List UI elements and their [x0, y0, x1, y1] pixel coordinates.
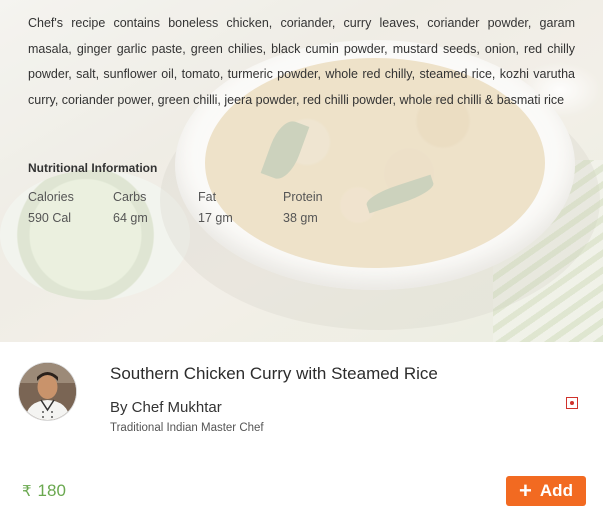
- chef-avatar: [19, 363, 76, 420]
- chef-name: By Chef Mukhtar: [110, 399, 222, 416]
- add-button-label: Add: [539, 481, 573, 500]
- dish-title: Southern Chicken Curry with Steamed Rice: [110, 364, 438, 383]
- nutrient-label: Calories: [28, 190, 74, 204]
- nutrient-value: 17 gm: [198, 211, 233, 225]
- currency-symbol: ₹: [22, 483, 32, 500]
- nutrient-protein: Protein 38 gm: [283, 189, 368, 226]
- nutrient-label: Fat: [198, 190, 217, 204]
- non-veg-dot: [569, 400, 574, 405]
- nutrient-fat: Fat 17 gm: [198, 189, 283, 226]
- chef-portrait-icon: [19, 363, 76, 420]
- nutrition-heading: Nutritional Information: [28, 161, 158, 175]
- nutrition-list: Calories 590 Cal Carbs 64 gm Fat 17 gm P…: [28, 189, 368, 226]
- plus-icon: +: [519, 478, 532, 503]
- nutrient-value: 590 Cal: [28, 211, 72, 225]
- nutrient-carbs: Carbs 64 gm: [113, 189, 198, 226]
- nutrient-value: 64 gm: [113, 211, 148, 225]
- recipe-hero: Chef's recipe contains boneless chicken,…: [0, 0, 603, 342]
- nutrient-value: 38 gm: [283, 211, 318, 225]
- price: ₹180: [22, 481, 66, 501]
- recipe-description: Chef's recipe contains boneless chicken,…: [28, 16, 575, 107]
- nutrient-label: Protein: [283, 190, 323, 204]
- chef-title: Traditional Indian Master Chef: [110, 422, 264, 434]
- nutrient-calories: Calories 590 Cal: [28, 189, 113, 226]
- add-button[interactable]: + Add: [506, 476, 586, 506]
- price-value: 180: [37, 481, 66, 500]
- nutrient-label: Carbs: [113, 190, 147, 204]
- non-veg-indicator-icon: [566, 397, 578, 409]
